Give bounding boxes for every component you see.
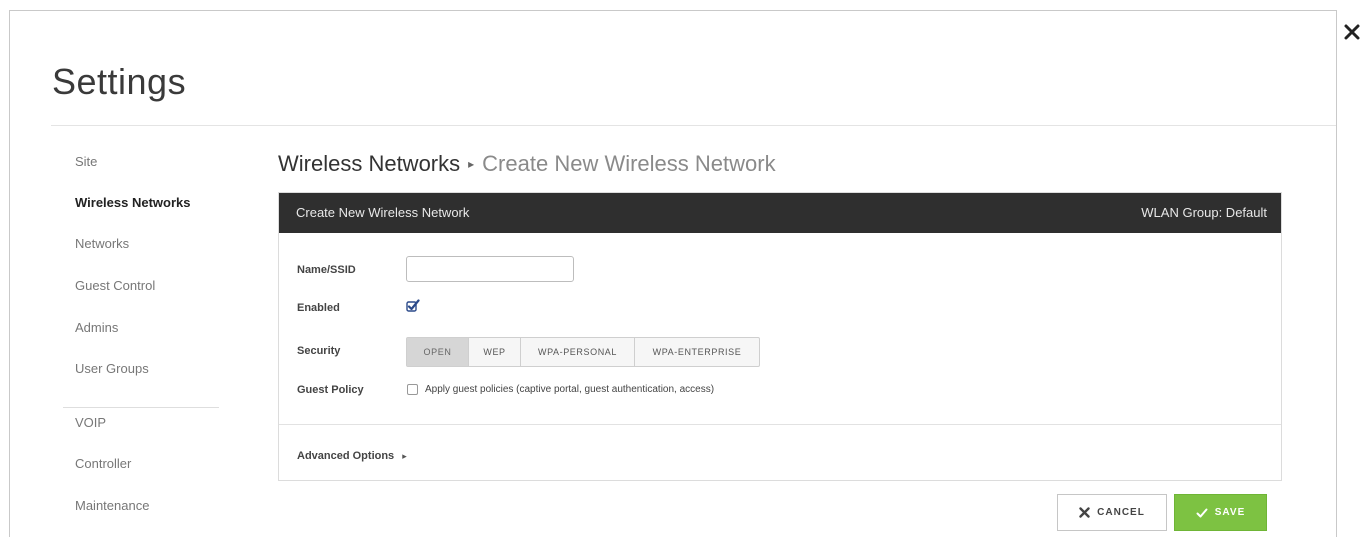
checkmark-icon: [406, 299, 420, 312]
settings-modal: Settings Site Wireless Networks Networks…: [9, 10, 1337, 537]
breadcrumb: Wireless Networks ▸ Create New Wireless Ne…: [278, 151, 776, 177]
sidebar-divider: [63, 407, 219, 408]
close-icon: [1079, 507, 1090, 518]
wlan-group-label: WLAN Group: Default: [1141, 205, 1267, 220]
checkmark-icon: [1196, 508, 1208, 517]
security-option-wpa-personal[interactable]: WPA-PERSONAL: [521, 338, 635, 366]
name-ssid-label: Name/SSID: [297, 264, 356, 276]
save-button-label: SAVE: [1214, 507, 1246, 518]
sidebar-item-networks[interactable]: Networks: [75, 236, 129, 251]
sidebar-item-maintenance[interactable]: Maintenance: [75, 498, 149, 513]
sidebar-item-admins[interactable]: Admins: [75, 320, 118, 335]
advanced-options-toggle[interactable]: Advanced Options ▸: [297, 450, 407, 462]
sidebar-item-guest-control[interactable]: Guest Control: [75, 278, 155, 293]
title-divider: [51, 125, 1336, 126]
sidebar-item-controller[interactable]: Controller: [75, 456, 131, 471]
security-label: Security: [297, 345, 341, 357]
cancel-button-label: CANCEL: [1097, 507, 1145, 518]
panel-header: Create New Wireless Network WLAN Group: …: [279, 193, 1281, 233]
breadcrumb-separator-icon: ▸: [468, 157, 475, 171]
advanced-options-label: Advanced Options: [297, 450, 395, 462]
expand-arrow-icon: ▸: [402, 451, 407, 461]
guest-policy-checkbox[interactable]: [407, 384, 418, 395]
sidebar-item-site[interactable]: Site: [75, 154, 97, 169]
panel-divider: [279, 424, 1281, 425]
sidebar-item-voip[interactable]: VOIP: [75, 415, 106, 430]
close-icon[interactable]: [1340, 20, 1364, 44]
save-button[interactable]: SAVE: [1174, 494, 1267, 531]
page-title: Settings: [52, 61, 187, 102]
cancel-button[interactable]: CANCEL: [1057, 494, 1167, 531]
enabled-label: Enabled: [297, 302, 340, 314]
sidebar-item-wireless-networks[interactable]: Wireless Networks: [75, 195, 191, 210]
breadcrumb-page: Create New Wireless Network: [482, 151, 776, 176]
sidebar-item-user-groups[interactable]: User Groups: [75, 361, 149, 376]
panel-title: Create New Wireless Network: [296, 205, 470, 220]
security-option-wpa-enterprise[interactable]: WPA-ENTERPRISE: [635, 338, 759, 366]
name-ssid-input[interactable]: [406, 256, 574, 282]
create-network-panel: Create New Wireless Network WLAN Group: …: [278, 192, 1282, 481]
security-option-open[interactable]: OPEN: [407, 338, 469, 366]
enabled-checkbox[interactable]: [406, 299, 420, 313]
guest-policy-label: Guest Policy: [297, 384, 364, 396]
security-option-wep[interactable]: WEP: [469, 338, 521, 366]
security-segmented-control: OPEN WEP WPA-PERSONAL WPA-ENTERPRISE: [406, 337, 760, 367]
close-x-glyph: [1344, 24, 1360, 40]
guest-policy-text: Apply guest policies (captive portal, gu…: [425, 384, 715, 395]
breadcrumb-section[interactable]: Wireless Networks: [278, 151, 460, 176]
